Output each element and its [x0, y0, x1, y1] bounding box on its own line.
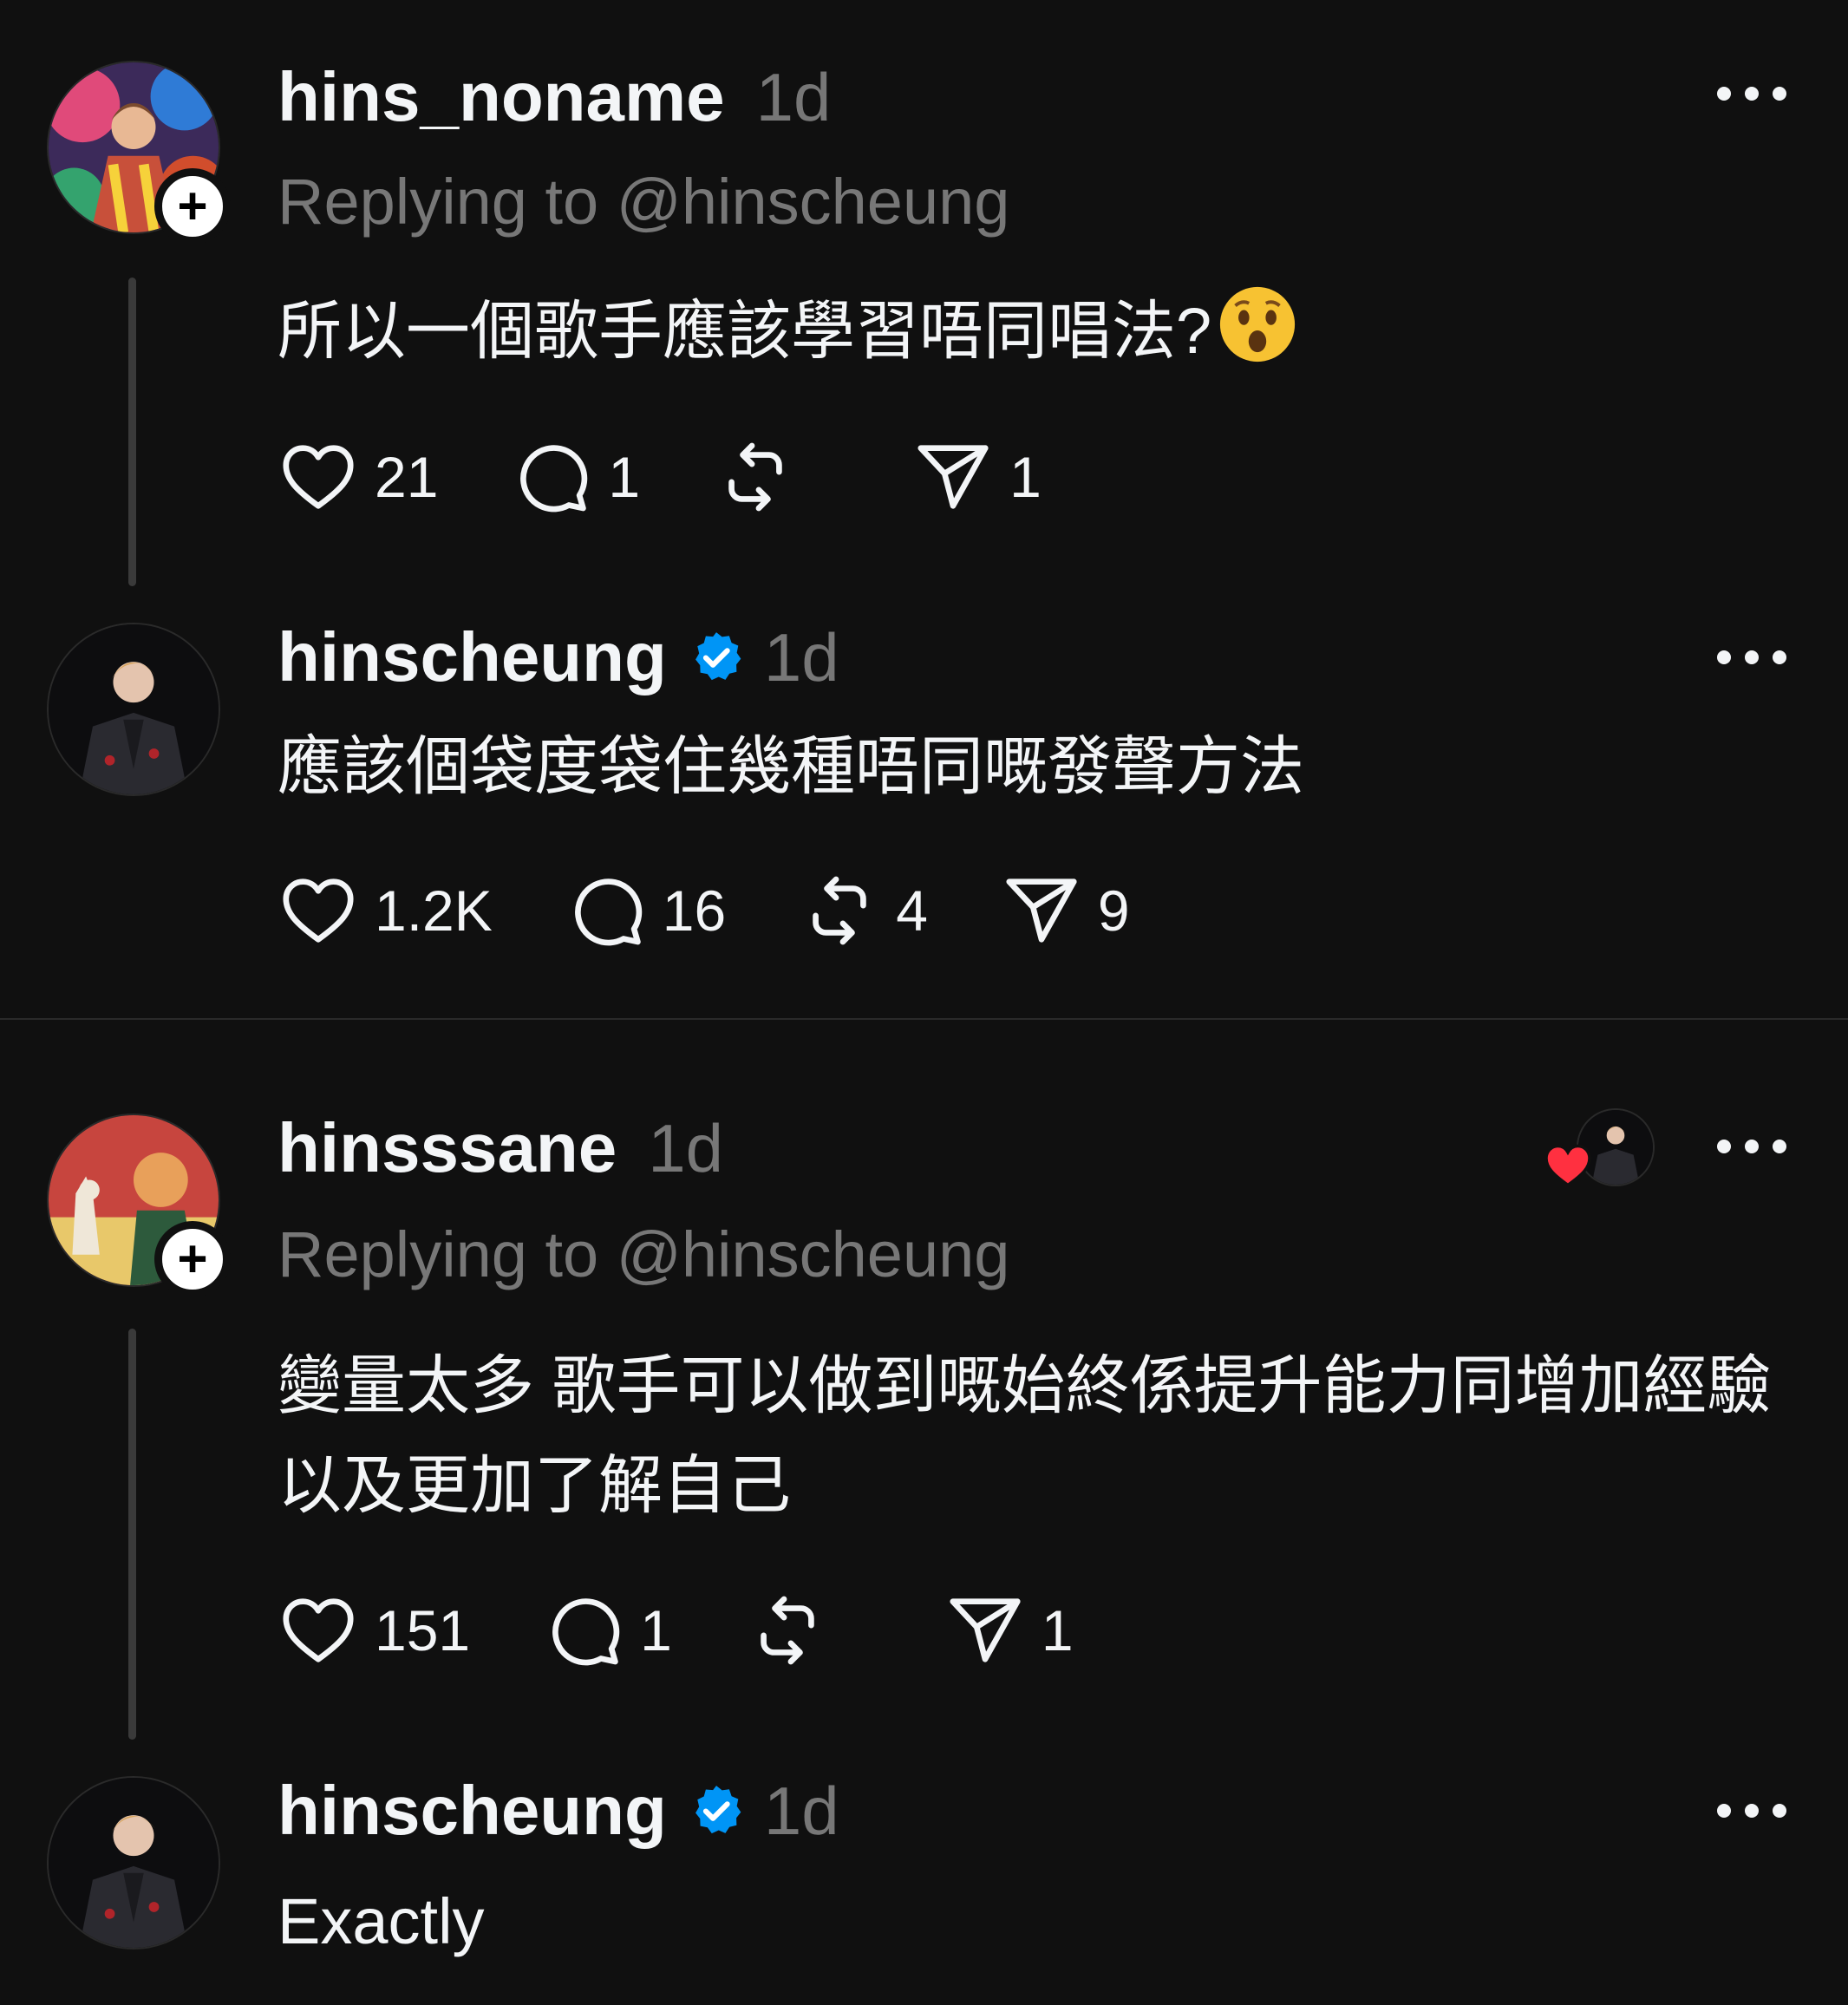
comment-icon [565, 870, 647, 951]
username[interactable]: hinscheung [278, 1771, 667, 1851]
post-text: 所以一個歌手應該學習唔同唱法? [278, 295, 1212, 367]
more-icon[interactable] [1717, 1800, 1786, 1821]
reply-count: 16 [662, 878, 727, 943]
follow-button[interactable]: + [154, 1221, 231, 1297]
like-count: 21 [375, 445, 439, 509]
timestamp: 1d [763, 618, 839, 696]
timestamp: 1d [763, 1772, 839, 1849]
like-button[interactable]: 21 [278, 436, 438, 518]
heart-icon [1544, 1144, 1591, 1187]
share-count: 1 [1009, 445, 1042, 509]
reply-button[interactable]: 1 [511, 436, 640, 518]
send-icon [1001, 870, 1082, 951]
heart-icon [278, 870, 359, 951]
repost-button[interactable]: 4 [799, 870, 928, 951]
username[interactable]: hinsssane [278, 1108, 617, 1188]
repost-count: 4 [896, 878, 928, 943]
post-text: Exactly [278, 1885, 485, 1957]
share-count: 9 [1097, 878, 1130, 943]
like-button[interactable]: 151 [278, 1590, 470, 1671]
reply-to-label[interactable]: Replying to @hinscheung [278, 1218, 1009, 1291]
plus-icon: + [177, 177, 208, 235]
post-header: hinsssane 1d [278, 1105, 723, 1192]
share-button[interactable]: 1 [944, 1590, 1074, 1671]
post-text-container: 所以一個歌手應該學習唔同唱法? [278, 281, 1804, 381]
repost-icon [747, 1590, 828, 1671]
thread-line [128, 1329, 136, 1740]
thread-line [128, 278, 136, 586]
reply-to-label[interactable]: Replying to @hinscheung [278, 165, 1009, 238]
avatar[interactable] [47, 623, 220, 796]
repost-icon [799, 870, 880, 951]
verified-badge-icon [688, 1782, 745, 1839]
reply-count: 1 [640, 1598, 672, 1662]
hushed-face-emoji-icon [1220, 286, 1296, 362]
share-button[interactable]: 1 [912, 436, 1042, 518]
reply-button[interactable]: 16 [565, 870, 726, 951]
username[interactable]: hinscheung [278, 617, 667, 697]
reply-button[interactable]: 1 [543, 1590, 672, 1671]
post-text: 應該個袋度袋住幾種唔同嘅發聲方法 [278, 730, 1304, 802]
share-count: 1 [1041, 1598, 1074, 1662]
like-count: 151 [375, 1598, 471, 1662]
post-header: hins_noname 1d [278, 54, 831, 140]
send-icon [944, 1590, 1026, 1671]
more-icon[interactable] [1717, 647, 1786, 668]
repost-button[interactable] [715, 436, 796, 518]
share-button[interactable]: 9 [1001, 870, 1130, 951]
timestamp: 1d [755, 58, 832, 135]
repost-icon [715, 436, 796, 518]
action-bar: 151 1 1 [278, 1587, 1074, 1674]
reply-count: 1 [608, 445, 641, 509]
action-bar: 21 1 1 [278, 434, 1042, 520]
heart-icon [278, 1590, 359, 1671]
timestamp: 1d [648, 1109, 724, 1186]
action-bar: 1.2K 16 4 9 [278, 867, 1130, 954]
liked-by-author-indicator [1542, 1108, 1655, 1195]
heart-icon [278, 436, 359, 518]
more-icon[interactable] [1717, 1136, 1786, 1157]
thread-divider [0, 1018, 1848, 1020]
more-icon[interactable] [1717, 83, 1786, 104]
follow-button[interactable]: + [154, 168, 231, 245]
verified-badge-icon [688, 629, 745, 686]
post-header: hinscheung 1d [278, 614, 839, 701]
repost-button[interactable] [747, 1590, 828, 1671]
post-text: 變量太多 歌手可以做到嘅始終係提升能力同增加經驗 以及更加了解自己 [278, 1349, 1772, 1521]
like-count: 1.2K [375, 878, 493, 943]
avatar[interactable] [47, 1776, 220, 1949]
like-button[interactable]: 1.2K [278, 870, 493, 951]
username[interactable]: hins_noname [278, 57, 725, 137]
comment-icon [511, 436, 592, 518]
post-header: hinscheung 1d [278, 1767, 839, 1854]
plus-icon: + [177, 1230, 208, 1288]
send-icon [912, 436, 994, 518]
comment-icon [543, 1590, 624, 1671]
